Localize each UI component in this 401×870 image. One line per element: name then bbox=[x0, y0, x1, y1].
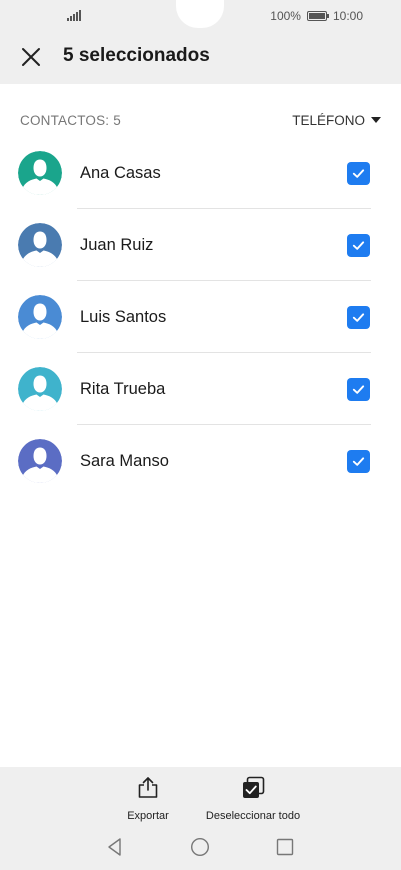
battery-percent: 100% bbox=[270, 9, 301, 23]
person-silhouette-icon bbox=[18, 223, 62, 267]
close-button[interactable] bbox=[18, 44, 44, 70]
person-silhouette-icon bbox=[18, 295, 62, 339]
dropdown-caret-icon bbox=[371, 117, 381, 123]
contact-checkbox[interactable] bbox=[347, 450, 370, 473]
contact-row[interactable]: Rita Trueba bbox=[0, 353, 401, 425]
contact-checkbox[interactable] bbox=[347, 162, 370, 185]
avatar bbox=[18, 151, 62, 195]
avatar bbox=[18, 367, 62, 411]
contacts-count: CONTACTOS: 5 bbox=[20, 112, 121, 128]
checkmark-icon bbox=[352, 457, 365, 466]
contacts-list: Ana Casas Juan Ruiz Luis Santos Rita Tru… bbox=[0, 137, 401, 497]
list-header: CONTACTOS: 5 TELÉFONO bbox=[20, 110, 381, 130]
person-silhouette-icon bbox=[18, 439, 62, 483]
contact-name: Ana Casas bbox=[80, 164, 161, 182]
close-icon bbox=[22, 48, 40, 66]
checkmark-icon bbox=[352, 385, 365, 394]
signal-icon bbox=[67, 9, 81, 21]
person-silhouette-icon bbox=[18, 367, 62, 411]
camera-notch bbox=[176, 0, 224, 28]
contact-row[interactable]: Luis Santos bbox=[0, 281, 401, 353]
contact-checkbox[interactable] bbox=[347, 306, 370, 329]
contacts-selection-screen: 100% 10:00 5 seleccionados CONTACTOS: 5 … bbox=[0, 0, 401, 870]
system-nav-bar bbox=[0, 833, 401, 861]
page-title: 5 seleccionados bbox=[63, 45, 210, 66]
phone-filter-dropdown[interactable]: TELÉFONO bbox=[292, 113, 381, 128]
clock: 10:00 bbox=[332, 9, 363, 23]
home-circle-icon bbox=[190, 837, 210, 857]
top-app-bar: 100% 10:00 5 seleccionados bbox=[0, 0, 401, 84]
avatar bbox=[18, 295, 62, 339]
contact-checkbox[interactable] bbox=[347, 234, 370, 257]
status-right: 100% 10:00 bbox=[270, 9, 363, 23]
back-triangle-icon bbox=[108, 838, 121, 856]
contact-row[interactable]: Sara Manso bbox=[0, 425, 401, 497]
phone-filter-label: TELÉFONO bbox=[292, 112, 365, 128]
nav-home-button[interactable] bbox=[190, 837, 210, 857]
export-button[interactable]: Exportar bbox=[122, 775, 174, 822]
contact-row[interactable]: Juan Ruiz bbox=[0, 209, 401, 281]
checkmark-icon bbox=[352, 169, 365, 178]
nav-back-button[interactable] bbox=[105, 837, 125, 857]
share-export-icon bbox=[138, 777, 158, 798]
deselect-all-label: Deseleccionar todo bbox=[205, 810, 301, 822]
deselect-all-icon bbox=[243, 776, 265, 798]
export-label: Exportar bbox=[127, 810, 169, 822]
battery-icon bbox=[306, 11, 329, 21]
nav-recents-button[interactable] bbox=[275, 837, 295, 857]
checkmark-icon bbox=[352, 241, 365, 250]
recents-square-icon bbox=[276, 838, 294, 856]
contact-row[interactable]: Ana Casas bbox=[0, 137, 401, 209]
bottom-action-bar: Exportar Deseleccionar todo bbox=[0, 767, 401, 870]
contact-name: Rita Trueba bbox=[80, 380, 166, 398]
contact-checkbox[interactable] bbox=[347, 378, 370, 401]
contact-name: Luis Santos bbox=[80, 308, 167, 326]
avatar bbox=[18, 223, 62, 267]
avatar bbox=[18, 439, 62, 483]
contact-name: Sara Manso bbox=[80, 452, 169, 470]
contact-name: Juan Ruiz bbox=[80, 236, 154, 254]
person-silhouette-icon bbox=[18, 151, 62, 195]
checkmark-icon bbox=[352, 313, 365, 322]
deselect-all-button[interactable]: Deseleccionar todo bbox=[200, 775, 306, 822]
